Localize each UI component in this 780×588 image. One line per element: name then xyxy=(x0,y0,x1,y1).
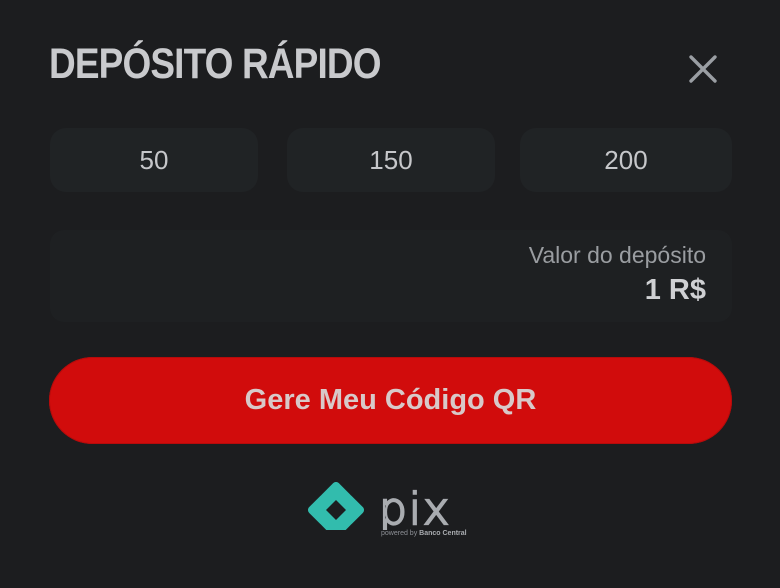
amount-button-150[interactable]: 150 xyxy=(287,128,495,192)
generate-qr-button[interactable]: Gere Meu Código QR xyxy=(49,357,732,444)
pix-caption-brand: Banco Central xyxy=(419,530,467,537)
pix-wordmark: pix xyxy=(379,484,451,530)
preset-amounts: 50 150 200 xyxy=(50,128,732,192)
deposit-value-label: Valor do depósito xyxy=(528,242,706,268)
close-button[interactable] xyxy=(682,48,724,90)
close-icon xyxy=(689,55,717,83)
deposit-value-field[interactable]: Valor do depósito 1 R$ xyxy=(50,230,732,322)
modal-title: DEPÓSITO RÁPIDO xyxy=(49,40,381,88)
quick-deposit-modal: DEPÓSITO RÁPIDO 50 150 200 Valor do depó… xyxy=(0,0,780,588)
amount-button-200[interactable]: 200 xyxy=(520,128,732,192)
deposit-value-amount: 1 R$ xyxy=(644,274,706,306)
pix-caption: powered by Banco Central xyxy=(381,530,467,537)
amount-button-50[interactable]: 50 xyxy=(50,128,258,192)
pix-logo-icon: pix xyxy=(307,482,451,530)
pix-caption-prefix: powered by xyxy=(381,530,418,537)
